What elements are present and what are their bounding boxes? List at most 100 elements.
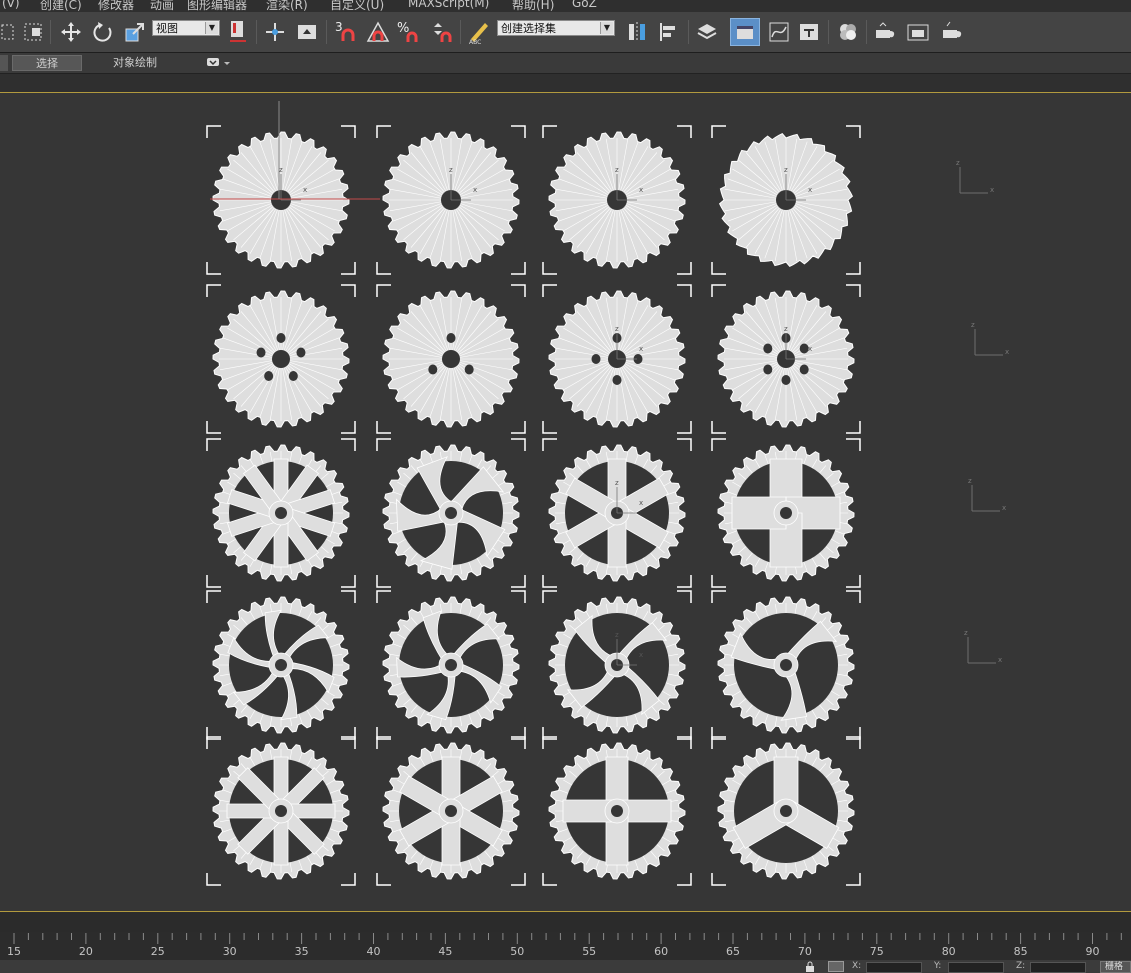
axle-hole — [780, 507, 792, 519]
bolt-hole — [612, 375, 622, 385]
reference-coordinate-select[interactable]: 视图 ▼ — [152, 20, 220, 36]
x-coord-field[interactable] — [866, 962, 922, 973]
axis-label-x: x — [639, 186, 643, 194]
rotate-icon[interactable] — [90, 18, 116, 46]
angle-snap-icon[interactable] — [364, 18, 392, 46]
rendered-frame-window-icon[interactable] — [904, 18, 932, 46]
svg-text:3: 3 — [335, 20, 343, 34]
keyboard-shortcut-icon[interactable] — [294, 18, 320, 46]
align-icon[interactable] — [656, 18, 682, 46]
pivot-center-icon[interactable] — [224, 18, 252, 46]
named-selection-set-select[interactable]: 创建选择集 ▼ — [497, 20, 615, 36]
gear-model[interactable] — [376, 590, 526, 740]
lock-selection-icon[interactable] — [804, 961, 816, 972]
axis-label-z: z — [615, 479, 619, 487]
gear-model[interactable]: zx — [542, 438, 692, 588]
curve-editor-icon[interactable] — [766, 18, 792, 46]
edit-named-selection-icon[interactable]: ABC — [466, 18, 492, 46]
x-coord-label: X: — [852, 961, 862, 971]
perspective-viewport[interactable]: zxzxzxzxzxzxzxzx zxzxzxzx — [0, 92, 1131, 912]
menu-item-graph-editors[interactable]: 图形编辑器 — [187, 0, 247, 12]
render-production-icon[interactable] — [936, 18, 966, 46]
grid-button[interactable]: 栅格 — [1100, 961, 1131, 973]
gear-model[interactable] — [206, 590, 356, 740]
bolt-hole — [763, 343, 773, 354]
menu-item-customize[interactable]: 自定义(U) — [330, 0, 384, 12]
menu-item-create[interactable]: 创建(C) — [40, 0, 82, 12]
gear-model[interactable] — [711, 736, 861, 886]
menu-item-help[interactable]: 帮助(H) — [512, 0, 554, 12]
layer-explorer-icon[interactable] — [694, 18, 720, 46]
gear-model[interactable]: zx — [711, 284, 861, 434]
y-coord-field[interactable] — [948, 962, 1004, 973]
axis-label-x: x — [639, 499, 643, 507]
gear-model[interactable]: zx — [542, 590, 692, 740]
gear-model[interactable]: zx — [206, 125, 356, 275]
axis-tripod-icon: zx — [968, 477, 1006, 512]
axis-label-z: z — [964, 629, 968, 637]
menu-item-view[interactable]: (V) — [2, 0, 20, 10]
scale-icon[interactable] — [122, 18, 148, 46]
axis-label-x: x — [990, 186, 994, 194]
y-coord-label: Y: — [934, 961, 942, 971]
gear-model[interactable]: zx — [376, 125, 526, 275]
scene-explorer-icon[interactable] — [730, 18, 760, 46]
select-region-icon[interactable] — [0, 18, 16, 46]
axis-label-x: x — [808, 345, 812, 353]
timeline-frame-label: 30 — [223, 945, 237, 958]
timeline-ruler[interactable]: 15 20 25 30 35 40 45 50 55 60 65 70 75 80 85 90 — [0, 932, 1131, 960]
axis-label-z: z — [279, 166, 283, 174]
menu-item-goz[interactable]: GoZ — [572, 0, 597, 10]
window-crossing-icon[interactable] — [22, 18, 46, 46]
move-icon[interactable] — [58, 18, 84, 46]
absolute-mode-icon[interactable] — [828, 961, 844, 972]
gear-model[interactable] — [711, 438, 861, 588]
gear-wireframe-scene: zxzxzxzxzxzxzxzx zxzxzxzx — [206, 101, 1009, 886]
axis-label-z: z — [971, 321, 975, 329]
gear-model[interactable]: zx — [711, 125, 861, 275]
axis-label-z: z — [615, 166, 619, 174]
mirror-icon[interactable] — [624, 18, 650, 46]
menu-item-rendering[interactable]: 渲染(R) — [266, 0, 308, 12]
menu-item-animation[interactable]: 动画 — [150, 0, 174, 12]
axis-label-x: x — [808, 186, 812, 194]
gear-model[interactable] — [206, 736, 356, 886]
spinner-snap-icon[interactable] — [428, 18, 456, 46]
gear-model[interactable] — [206, 438, 356, 588]
ribbon-bar: 选择 对象绘制 — [0, 53, 1131, 74]
gear-model[interactable]: zx — [542, 125, 692, 275]
select-manipulate-icon[interactable] — [262, 18, 288, 46]
bolt-hole — [256, 347, 266, 358]
svg-text:ABC: ABC — [469, 39, 481, 45]
material-editor-icon[interactable] — [834, 18, 862, 46]
gear-model[interactable] — [206, 284, 356, 434]
time-slider-track[interactable]: 15 20 25 30 35 40 45 50 55 60 65 70 75 80 85 90 — [0, 932, 1131, 960]
axle-hole — [275, 507, 287, 519]
toolbar-separator — [866, 20, 867, 44]
tripod-lines — [959, 167, 988, 194]
z-coord-field[interactable] — [1030, 962, 1086, 973]
gear-model[interactable] — [711, 590, 861, 740]
ribbon-options-dropdown[interactable] — [206, 56, 232, 70]
gear-model[interactable] — [542, 736, 692, 886]
menu-item-maxscript[interactable]: MAXScript(M) — [408, 0, 489, 10]
bolt-hole — [464, 364, 474, 375]
ribbon-toggle-handle[interactable] — [0, 55, 8, 71]
tab-selection[interactable]: 选择 — [12, 55, 82, 71]
axis-label-x: x — [639, 651, 643, 659]
tripod-lines — [967, 637, 996, 664]
axis-label-z: z — [968, 477, 972, 485]
toolbar-separator — [326, 20, 327, 44]
gear-model[interactable] — [376, 438, 526, 588]
gear-model[interactable] — [376, 736, 526, 886]
schematic-view-icon[interactable] — [796, 18, 822, 46]
render-setup-icon[interactable] — [872, 18, 898, 46]
snap-toggle-icon[interactable]: 3 — [332, 18, 362, 46]
percent-snap-icon[interactable]: % — [396, 18, 424, 46]
tab-object-paint[interactable]: 对象绘制 — [98, 55, 172, 71]
axis-tripod-icon: zx — [964, 629, 1002, 664]
gear-model[interactable]: zx — [542, 284, 692, 434]
menu-item-modifiers[interactable]: 修改器 — [98, 0, 134, 12]
gear-models: zxzxzxzxzxzxzxzx — [206, 101, 861, 886]
gear-model[interactable] — [376, 284, 526, 434]
